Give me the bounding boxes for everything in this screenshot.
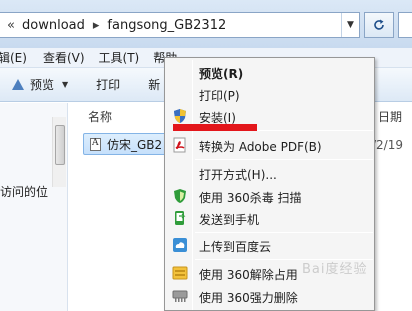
menu-item-360-unlock[interactable]: 使用 360解除占用 bbox=[199, 266, 298, 283]
refresh-button[interactable] bbox=[364, 12, 394, 38]
menu-item-preview[interactable]: 预览(R) bbox=[199, 65, 243, 82]
address-dropdown-icon[interactable]: ▼ bbox=[341, 13, 359, 37]
send-to-phone-icon bbox=[175, 211, 186, 225]
address-overflow-chevron[interactable]: « bbox=[0, 18, 22, 33]
menu-separator bbox=[195, 232, 373, 233]
new-folder-button[interactable]: 新 bbox=[148, 76, 160, 93]
menu-edit[interactable]: 辑(E) bbox=[0, 49, 27, 66]
refresh-icon bbox=[374, 19, 384, 30]
preview-icon bbox=[10, 78, 24, 92]
menu-separator bbox=[195, 159, 373, 160]
nav-item-recent-places[interactable]: 访问的位 bbox=[0, 183, 48, 200]
address-bar[interactable]: « download ▸ fangsong_GB2312 ▼ bbox=[0, 12, 360, 38]
360-shred-icon bbox=[172, 290, 188, 302]
navigation-scrollbar[interactable] bbox=[52, 117, 66, 187]
red-highlight-mark bbox=[173, 124, 257, 131]
breadcrumb-fangsong[interactable]: fangsong_GB2312 bbox=[107, 18, 226, 33]
menu-item-360-scan[interactable]: 使用 360杀毒 扫描 bbox=[199, 189, 302, 206]
menu-item-convert-pdf[interactable]: 转换为 Adobe PDF(B) bbox=[199, 138, 322, 155]
menu-tools[interactable]: 工具(T) bbox=[99, 49, 140, 66]
watermark-logo: Bai度经验 bbox=[302, 262, 368, 277]
baidu-cloud-icon bbox=[173, 238, 187, 252]
print-label: 打印 bbox=[96, 78, 121, 92]
scrollbar-thumb[interactable] bbox=[55, 125, 65, 165]
adobe-pdf-icon bbox=[173, 137, 186, 153]
file-name: 仿宋_GB2 bbox=[107, 137, 163, 152]
address-bar-region: « download ▸ fangsong_GB2312 ▼ bbox=[0, 0, 412, 48]
new-label: 新 bbox=[148, 78, 161, 92]
column-header-date[interactable]: 日期 bbox=[378, 108, 402, 125]
menu-item-print[interactable]: 打印(P) bbox=[199, 87, 240, 104]
360-unlock-icon bbox=[172, 266, 188, 280]
menu-item-open-with[interactable]: 打开方式(H)... bbox=[199, 166, 277, 183]
uac-shield-icon bbox=[174, 109, 186, 123]
360-antivirus-icon bbox=[174, 189, 186, 203]
breadcrumb-download[interactable]: download bbox=[22, 18, 85, 33]
menu-view[interactable]: 查看(V) bbox=[43, 49, 85, 66]
preview-button[interactable]: 预览 ▼ bbox=[0, 76, 68, 93]
menu-item-baidu-cloud[interactable]: 上传到百度云 bbox=[199, 238, 271, 255]
font-file-icon bbox=[90, 137, 101, 151]
menu-item-send-to-phone[interactable]: 发送到手机 bbox=[199, 211, 259, 228]
navigation-pane: 访问的位 bbox=[0, 103, 68, 311]
menu-gutter-divider bbox=[192, 60, 193, 310]
column-header-name[interactable]: 名称 bbox=[88, 108, 112, 125]
search-box[interactable] bbox=[398, 12, 412, 38]
menu-item-360-shred[interactable]: 使用 360强力删除 bbox=[199, 289, 298, 306]
print-button[interactable]: 打印 bbox=[96, 76, 120, 93]
chevron-down-icon[interactable]: ▼ bbox=[62, 80, 68, 89]
file-date: /2/19 bbox=[372, 138, 403, 152]
breadcrumb-separator-icon[interactable]: ▸ bbox=[93, 18, 100, 33]
preview-label: 预览 bbox=[30, 78, 55, 92]
